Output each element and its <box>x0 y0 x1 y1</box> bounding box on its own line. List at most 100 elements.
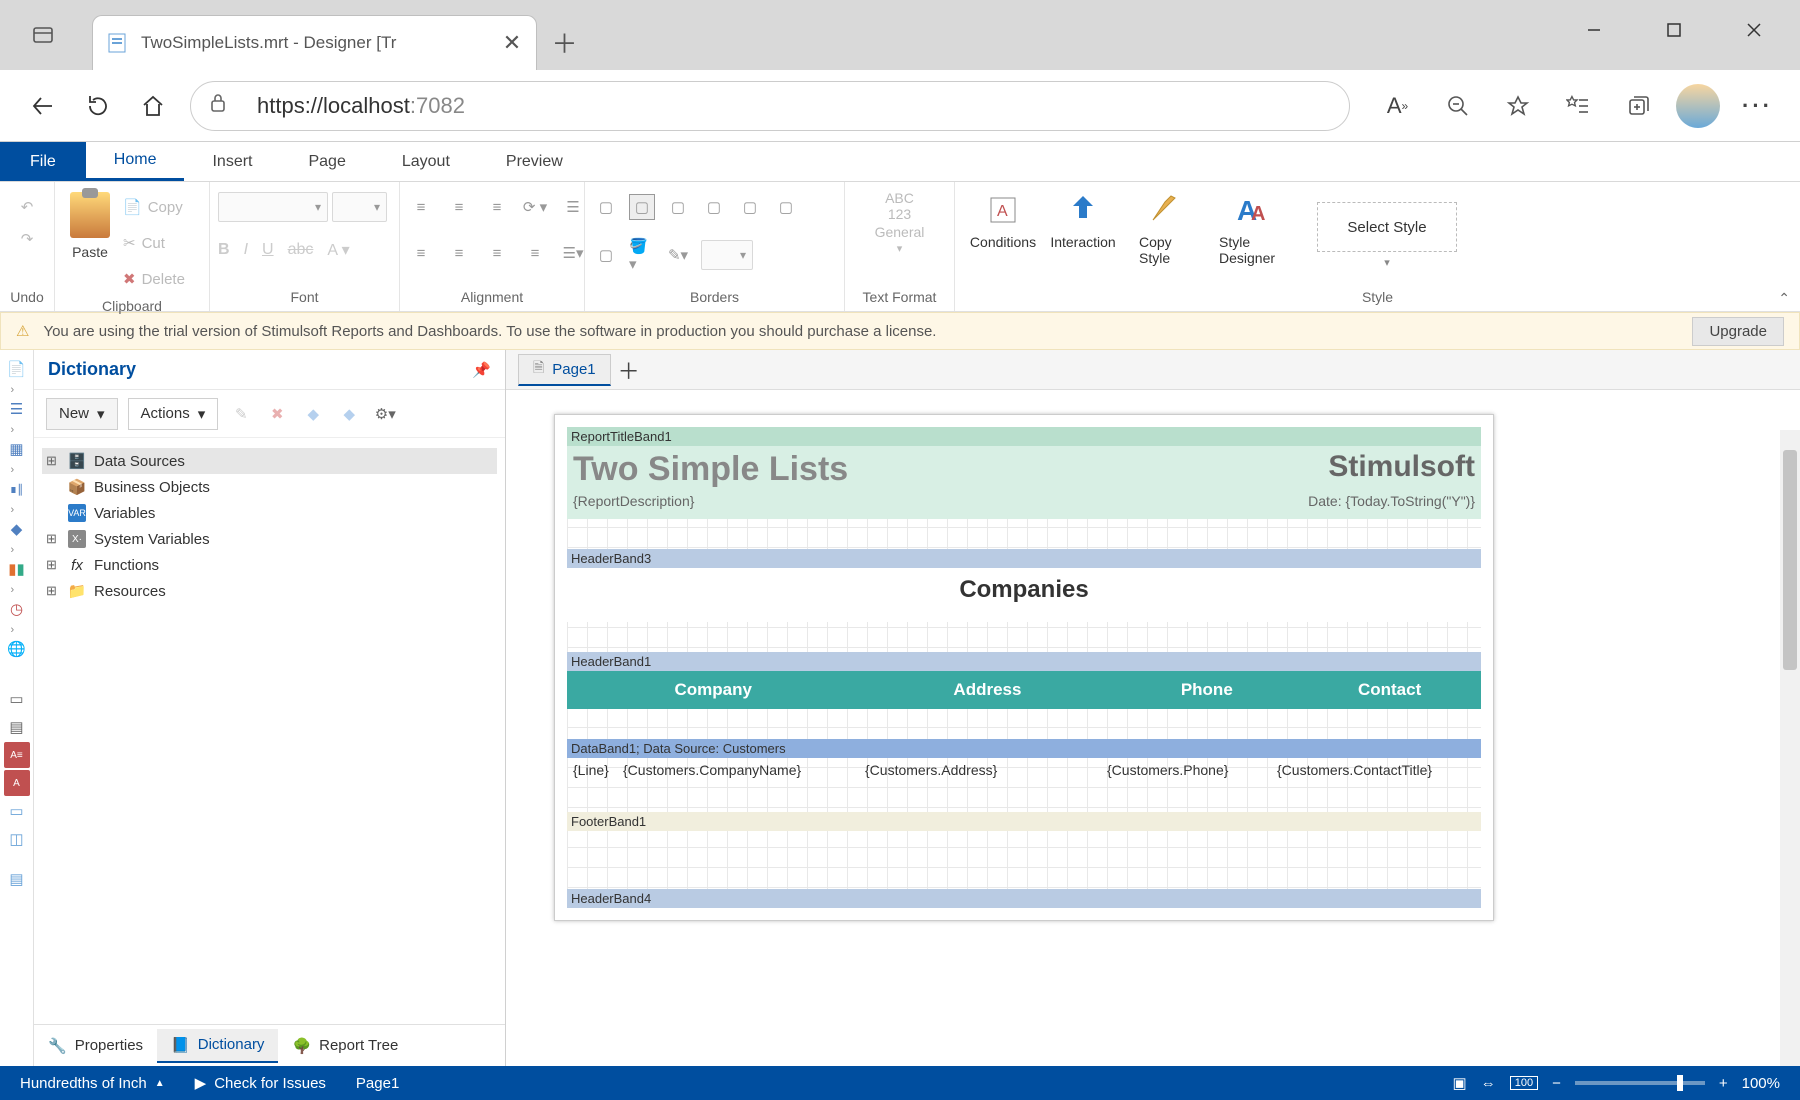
copy-style-button[interactable]: Copy Style <box>1123 192 1203 266</box>
tool-subreport-icon[interactable]: ▤ <box>4 866 30 892</box>
zoom-fit-icon[interactable]: ▣ <box>1453 1074 1467 1092</box>
header-band-4[interactable]: HeaderBand4 <box>567 889 1481 908</box>
data-company-field[interactable]: {Customers.CompanyName} <box>619 762 861 778</box>
tool-panel-icon[interactable]: ▭ <box>4 798 30 824</box>
units-button[interactable]: Hundredths of Inch ▲ <box>20 1075 165 1092</box>
up-icon[interactable]: ◆ <box>300 401 326 427</box>
data-band-header[interactable]: DataBand1; Data Source: Customers <box>567 739 1481 758</box>
ribbon-collapse-icon[interactable]: ⌃ <box>1778 290 1790 307</box>
tab-preview[interactable]: Preview <box>478 142 591 181</box>
tool-richtext-icon[interactable]: A≡ <box>4 742 30 768</box>
tab-home[interactable]: Home <box>86 142 185 181</box>
new-tab-button[interactable]: ＋ <box>537 15 592 70</box>
read-aloud-icon[interactable]: A» <box>1370 78 1425 133</box>
check-issues-button[interactable]: ▶ Check for Issues <box>195 1074 326 1092</box>
border-style-combo[interactable]: ▾ <box>701 240 753 270</box>
tabs-overview-icon[interactable] <box>15 11 70 59</box>
zoom-out-button[interactable]: − <box>1552 1075 1561 1092</box>
indent-icon[interactable]: ☰▾ <box>560 240 586 266</box>
report-page[interactable]: ReportTitleBand1 Two Simple ListsStimuls… <box>554 414 1494 921</box>
tool-gauge-icon[interactable]: ◷ <box>4 596 30 622</box>
minimize-button[interactable] <box>1554 3 1634 58</box>
fill-color-icon[interactable]: 🪣▾ <box>629 242 655 268</box>
border-top-icon[interactable]: ▢ <box>701 194 727 220</box>
underline-button[interactable]: U <box>262 241 274 259</box>
tool-cross-icon[interactable]: ▦ <box>4 436 30 462</box>
tree-functions[interactable]: ⊞fxFunctions <box>42 552 497 578</box>
align-middle-icon[interactable]: ≡ <box>446 194 472 220</box>
zoom-slider[interactable] <box>1575 1081 1705 1085</box>
maximize-button[interactable] <box>1634 3 1714 58</box>
report-date-field[interactable]: Date: {Today.ToString("Y")} <box>1308 493 1475 509</box>
upgrade-button[interactable]: Upgrade <box>1692 317 1784 346</box>
header-band-1[interactable]: HeaderBand1 <box>567 652 1481 671</box>
pin-icon[interactable]: 📌 <box>472 361 491 379</box>
tree-variables[interactable]: VARVariables <box>42 500 497 526</box>
tool-clone-icon[interactable]: ◫ <box>4 826 30 852</box>
new-dropdown[interactable]: New▾ <box>46 398 118 430</box>
strike-button[interactable]: abc <box>288 241 314 259</box>
tool-chart-icon[interactable]: ▮▮ <box>4 556 30 582</box>
tool-shape-icon[interactable]: ◆ <box>4 516 30 542</box>
home-button[interactable] <box>125 78 180 133</box>
settings-gear-icon[interactable]: ⚙▾ <box>372 401 398 427</box>
tree-resources[interactable]: ⊞📁Resources <box>42 578 497 604</box>
refresh-button[interactable] <box>70 78 125 133</box>
border-all-icon[interactable]: ▢ <box>593 194 619 220</box>
footer-band-1[interactable]: FooterBand1 <box>567 812 1481 831</box>
back-button[interactable] <box>15 78 70 133</box>
more-menu-icon[interactable]: ··· <box>1730 78 1785 133</box>
zoom-in-button[interactable]: + <box>1719 1075 1728 1092</box>
bold-button[interactable]: B <box>218 241 230 259</box>
border-left-icon[interactable]: ▢ <box>665 194 691 220</box>
tab-insert[interactable]: Insert <box>184 142 280 181</box>
tab-layout[interactable]: Layout <box>374 142 478 181</box>
zoom-100-icon[interactable]: 100 <box>1510 1076 1538 1090</box>
companies-heading[interactable]: Companies <box>567 576 1481 604</box>
delete-button[interactable]: ✖ Delete <box>117 264 191 294</box>
tree-sysvars[interactable]: ⊞X·System Variables <box>42 526 497 552</box>
tab-close-icon[interactable]: ✕ <box>500 30 524 56</box>
italic-button[interactable]: I <box>244 241 248 259</box>
border-none-icon[interactable]: ▢ <box>629 194 655 220</box>
add-page-button[interactable]: ＋ <box>611 354 647 386</box>
redo-button[interactable]: ↷ <box>14 226 40 252</box>
textformat-general[interactable]: General <box>875 224 925 240</box>
address-bar[interactable]: https://localhost:7082 <box>190 81 1350 131</box>
select-style-button[interactable]: Select Style <box>1317 202 1457 252</box>
zoom-out-icon[interactable] <box>1430 78 1485 133</box>
border-bottom-icon[interactable]: ▢ <box>773 194 799 220</box>
align-bottom-icon[interactable]: ≡ <box>484 194 510 220</box>
tool-band-icon[interactable]: ☰ <box>4 396 30 422</box>
actions-dropdown[interactable]: Actions▾ <box>128 398 219 430</box>
tree-datasources[interactable]: ⊞🗄️Data Sources <box>42 448 497 474</box>
border-color-icon[interactable]: ✎▾ <box>665 242 691 268</box>
paste-button[interactable]: Paste <box>63 186 117 260</box>
zoom-width-icon[interactable]: ⇔ <box>1481 1075 1496 1092</box>
profile-avatar[interactable] <box>1670 78 1725 133</box>
tab-page[interactable]: Page <box>280 142 373 181</box>
style-designer-button[interactable]: AAStyle Designer <box>1203 192 1303 266</box>
font-color-button[interactable]: A ▾ <box>327 240 349 260</box>
undo-button[interactable]: ↶ <box>14 194 40 220</box>
interaction-button[interactable]: Interaction <box>1043 192 1123 250</box>
design-canvas[interactable]: ReportTitleBand1 Two Simple ListsStimuls… <box>506 390 1800 1066</box>
report-description-field[interactable]: {ReportDescription} <box>573 493 694 509</box>
col-contact[interactable]: Contact <box>1298 671 1481 709</box>
edit-item-icon[interactable]: ✎ <box>228 401 254 427</box>
wrap-icon[interactable]: ☰ <box>560 194 586 220</box>
cut-button[interactable]: ✂ Cut <box>117 228 191 258</box>
footer-tab-properties[interactable]: 🔧 Properties <box>34 1029 157 1063</box>
copy-button[interactable]: 📄 Copy <box>117 192 191 222</box>
col-address[interactable]: Address <box>859 671 1115 709</box>
footer-tab-dictionary[interactable]: 📘 Dictionary <box>157 1029 278 1063</box>
tool-table-icon[interactable]: ▤ <box>4 714 30 740</box>
rotate-icon[interactable]: ⟳ ▾ <box>522 194 548 220</box>
close-window-button[interactable] <box>1714 3 1794 58</box>
down-icon[interactable]: ◆ <box>336 401 362 427</box>
favorite-add-icon[interactable] <box>1490 78 1545 133</box>
vertical-scrollbar[interactable] <box>1780 430 1800 1066</box>
col-company[interactable]: Company <box>567 671 859 709</box>
align-right-icon[interactable]: ≡ <box>484 240 510 266</box>
tab-file[interactable]: File <box>0 142 86 181</box>
